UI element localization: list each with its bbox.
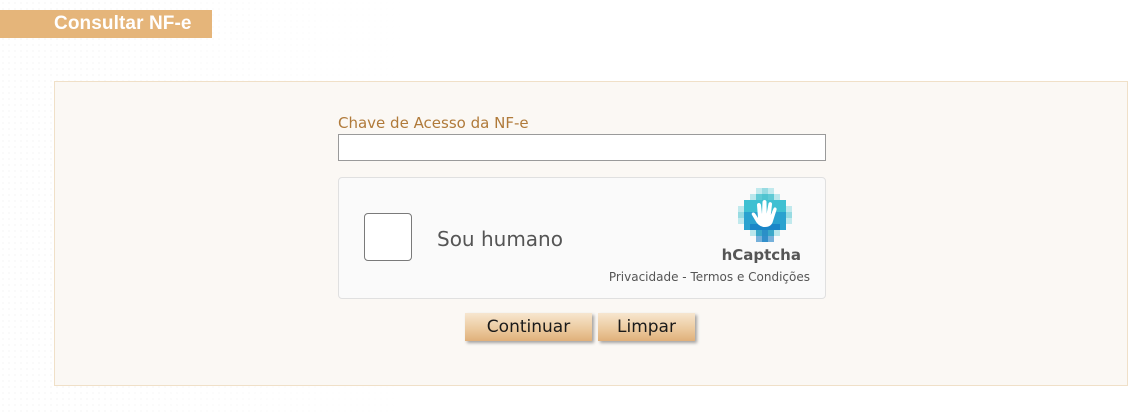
human-checkbox[interactable] [364,213,412,261]
captcha-links: Privacidade - Termos e Condições [609,270,810,284]
hcaptcha-widget: Sou humano hCaptcha Privacidade - Termos… [338,177,826,299]
privacy-link[interactable]: Privacidade [609,270,679,284]
page-title-bar: Consultar NF-e [0,10,212,38]
access-key-label: Chave de Acesso da NF-e [338,114,529,132]
human-checkbox-label: Sou humano [437,227,563,251]
hcaptcha-brand: hCaptcha [721,246,801,264]
page: Consultar NF-e Chave de Acesso da NF-e S… [0,0,1146,412]
continue-button[interactable]: Continuar [465,313,592,341]
links-separator: - [678,270,691,284]
hcaptcha-hand-icon [738,188,792,242]
clear-button[interactable]: Limpar [598,313,695,341]
query-form-panel: Chave de Acesso da NF-e Sou humano hCapt… [54,81,1128,386]
access-key-input[interactable] [338,134,826,161]
page-title: Consultar NF-e [54,13,192,34]
terms-link[interactable]: Termos e Condições [690,270,810,284]
